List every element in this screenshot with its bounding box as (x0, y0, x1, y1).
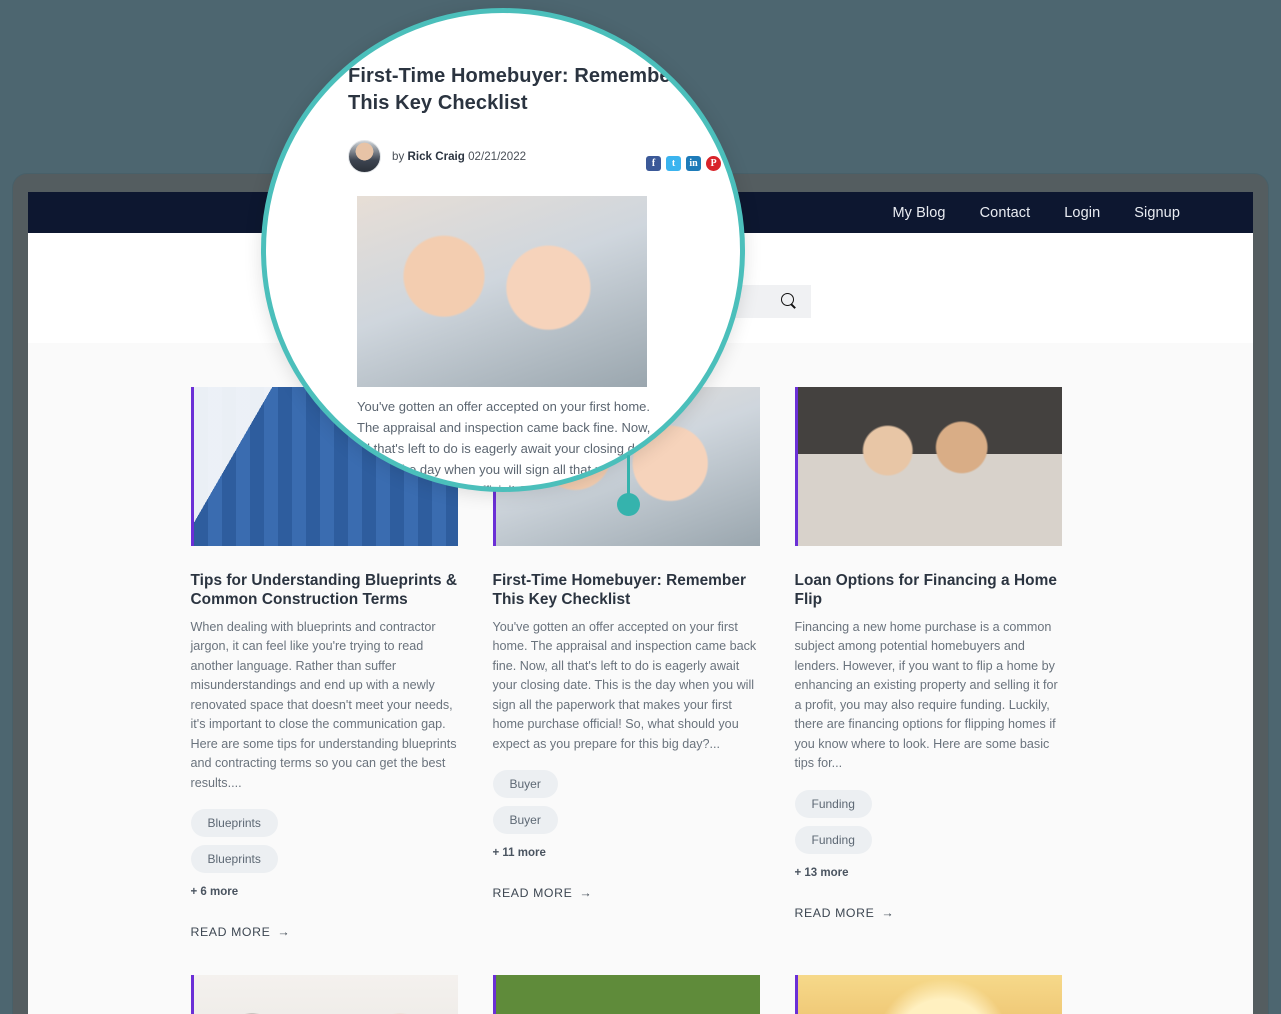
magnified-post-title: First-Time Homebuyer: Remember This Key … (348, 65, 679, 114)
arrow-right-icon: → (277, 925, 291, 940)
read-more-link[interactable]: READ MORE → (795, 906, 1062, 920)
byline-text: by Rick Craig 02/21/2022 (392, 150, 526, 163)
post-more-tags[interactable]: + 6 more (191, 886, 458, 898)
magnified-hero-image (357, 196, 647, 387)
author-name[interactable]: Rick Craig (407, 150, 464, 163)
post-title[interactable]: Tips for Understanding Blueprints & Comm… (191, 572, 458, 610)
post-excerpt: When dealing with blueprints and contrac… (190, 619, 457, 790)
post-title[interactable]: Loan Options for Financing a Home Flip (795, 572, 1062, 610)
magnifier-lens: First-Time Homebuyer: Remember This Key … (261, 8, 745, 492)
read-more-label: READ MORE (492, 886, 573, 901)
post-card (190, 975, 458, 1014)
post-more-tags[interactable]: + 11 more (493, 847, 760, 859)
post-more-tags[interactable]: + 13 more (795, 867, 1062, 879)
read-more-link[interactable]: READ MORE → (493, 886, 760, 900)
post-tags: Buyer Buyer (492, 770, 760, 835)
post-thumbnail[interactable] (190, 975, 458, 1014)
post-tag[interactable]: Blueprints (190, 845, 278, 874)
post-tag[interactable]: Buyer (492, 770, 558, 799)
search-icon[interactable] (781, 293, 798, 310)
post-card: Loan Options for Financing a Home Flip F… (794, 387, 1062, 939)
linkedin-icon[interactable]: in (686, 156, 701, 171)
post-tag[interactable]: Blueprints (190, 809, 278, 838)
nav-link-login[interactable]: Login (1064, 205, 1100, 221)
read-more-label: READ MORE (794, 905, 875, 920)
arrow-right-icon: → (881, 905, 895, 920)
post-tag[interactable]: Buyer (492, 806, 558, 835)
post-thumbnail[interactable] (492, 975, 760, 1014)
social-share-row: f t in P (646, 156, 721, 171)
byline-prefix: by (392, 149, 405, 163)
post-card (492, 975, 760, 1014)
post-tag[interactable]: Funding (794, 825, 872, 854)
post-excerpt: Financing a new home purchase is a commo… (794, 619, 1058, 771)
post-tag[interactable]: Funding (794, 789, 872, 818)
post-tags: Funding Funding (794, 789, 1062, 854)
nav-link-contact[interactable]: Contact (980, 205, 1031, 221)
post-thumbnail[interactable] (794, 975, 1062, 1014)
twitter-icon[interactable]: t (666, 156, 681, 171)
read-more-link[interactable]: READ MORE → (191, 925, 458, 939)
author-avatar (348, 139, 381, 173)
post-thumbnail[interactable] (794, 387, 1062, 546)
facebook-icon[interactable]: f (646, 156, 661, 171)
pinterest-icon[interactable]: P (706, 156, 721, 171)
nav-link-signup[interactable]: Signup (1134, 205, 1180, 221)
magnified-post-excerpt: You've gotten an offer accepted on your … (357, 399, 662, 492)
post-tags: Blueprints Blueprints (190, 809, 458, 874)
read-more-label: READ MORE (190, 925, 271, 940)
magnifier-pointer-dot (617, 493, 640, 516)
post-card (794, 975, 1062, 1014)
post-date: 02/21/2022 (468, 149, 527, 163)
post-excerpt: You've gotten an offer accepted on your … (492, 619, 757, 751)
post-title[interactable]: First-Time Homebuyer: Remember This Key … (493, 572, 760, 610)
arrow-right-icon: → (579, 886, 593, 901)
magnifier-pointer-line (627, 455, 630, 497)
nav-link-my-blog[interactable]: My Blog (893, 205, 946, 221)
